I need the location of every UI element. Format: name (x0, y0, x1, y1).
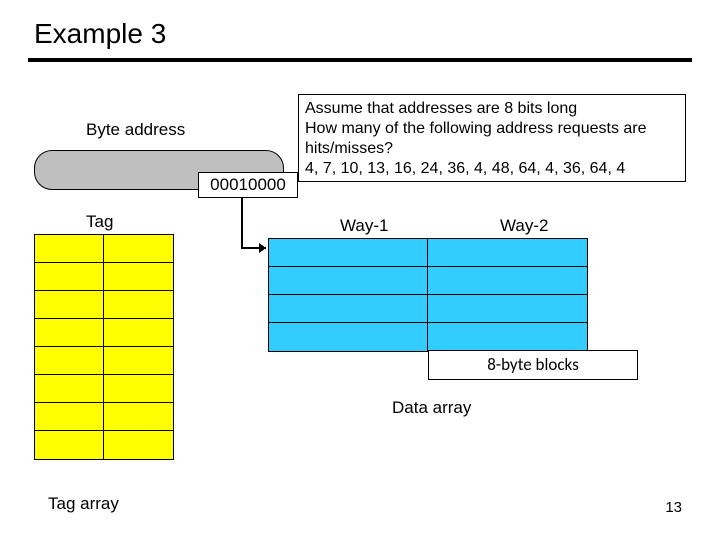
byte-address-label: Byte address (86, 120, 185, 140)
data-row (269, 295, 587, 323)
tag-row (35, 375, 173, 403)
data-row (269, 267, 587, 295)
tag-row (35, 291, 173, 319)
way-2-label: Way-2 (500, 216, 549, 236)
data-row (269, 239, 587, 267)
title-rule (28, 58, 692, 62)
page-number: 13 (665, 499, 682, 516)
data-array-label: Data array (392, 398, 471, 418)
tag-row (35, 319, 173, 347)
slide-title: Example 3 (0, 0, 720, 58)
binary-address: 00010000 (198, 172, 298, 198)
assume-line-1: Assume that addresses are 8 bits long (305, 99, 679, 119)
assume-line-2: How many of the following address reques… (305, 119, 679, 159)
data-table (268, 238, 588, 352)
tag-table (34, 234, 174, 460)
assume-line-3: 4, 7, 10, 13, 16, 24, 36, 4, 48, 64, 4, … (305, 159, 679, 179)
tag-row (35, 263, 173, 291)
tag-row (35, 347, 173, 375)
tag-row (35, 235, 173, 263)
tag-row (35, 431, 173, 459)
assumption-box: Assume that addresses are 8 bits long Ho… (298, 94, 686, 182)
byte-blocks-label: 8-byte blocks (428, 350, 638, 380)
tag-row (35, 403, 173, 431)
data-row (269, 323, 587, 351)
tag-array-label: Tag array (48, 494, 119, 514)
way-1-label: Way-1 (340, 216, 389, 236)
tag-label: Tag (86, 212, 113, 232)
